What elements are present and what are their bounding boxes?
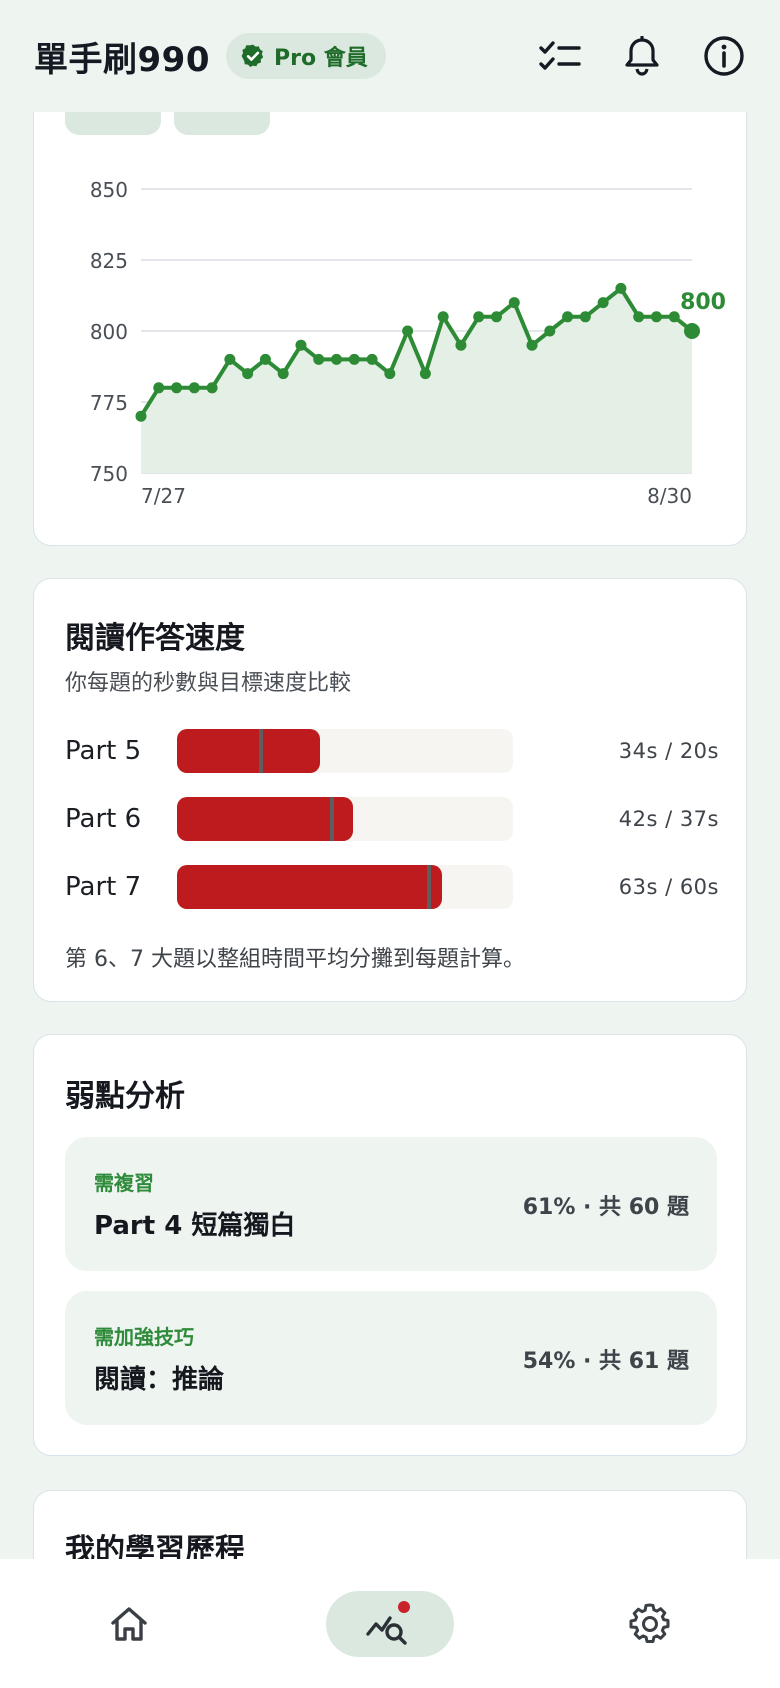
- data-point: [455, 339, 467, 351]
- data-point: [206, 382, 218, 394]
- speed-row-part7: Part 7 63s / 60s: [65, 865, 719, 909]
- score-trend-chart: 850 825 800 775 750 800 7/27 8/30: [90, 178, 726, 508]
- data-point: [402, 325, 414, 337]
- data-point: [366, 353, 378, 365]
- data-point: [419, 368, 431, 380]
- y-tick-label: 800: [90, 320, 128, 344]
- data-point: [579, 311, 591, 323]
- score-trend-card: 850 825 800 775 750 800 7/27 8/30: [33, 60, 747, 546]
- target-marker: [427, 865, 431, 909]
- data-point: [295, 339, 307, 351]
- data-point: [526, 339, 538, 351]
- speed-label: Part 7: [65, 872, 142, 902]
- x-tick-label: 7/27: [141, 484, 186, 508]
- data-point: [684, 323, 700, 339]
- card-title: 閱讀作答速度: [65, 621, 245, 656]
- pro-member-badge[interactable]: Pro 會員: [225, 33, 386, 79]
- y-tick-label: 825: [90, 249, 128, 273]
- weakness-tag: 需複習: [94, 1171, 154, 1195]
- x-tick-label: 8/30: [647, 484, 692, 508]
- data-point: [544, 325, 556, 337]
- reading-speed-card: 閱讀作答速度 你每題的秒數與目標速度比較 Part 5 34s / 20s Pa…: [33, 578, 747, 1002]
- speed-track: [177, 797, 513, 841]
- speed-value: 42s / 37s: [618, 807, 719, 831]
- data-point: [259, 353, 271, 365]
- data-point: [277, 368, 289, 380]
- checklist-icon: [539, 41, 581, 70]
- data-point: [171, 382, 183, 394]
- data-point: [188, 382, 200, 394]
- speed-note: 第 6、7 大題以整組時間平均分攤到每題計算。: [65, 947, 525, 972]
- app-title: 單手刷990: [34, 39, 210, 80]
- notifications-button[interactable]: [620, 34, 664, 78]
- data-point: [437, 311, 449, 323]
- y-tick-label: 775: [90, 391, 128, 415]
- info-icon: [704, 36, 744, 76]
- data-point: [135, 410, 147, 422]
- card-title: 弱點分析: [65, 1079, 185, 1114]
- weakness-tag: 需加強技巧: [94, 1325, 194, 1349]
- verified-check-icon: [241, 44, 264, 68]
- data-point: [348, 353, 360, 365]
- data-point: [242, 368, 254, 380]
- stats-search-icon: [366, 1601, 410, 1645]
- info-button[interactable]: [702, 34, 746, 78]
- data-point: [490, 311, 502, 323]
- nav-stats-button[interactable]: [326, 1591, 454, 1657]
- card-subtitle: 你每題的秒數與目標速度比較: [65, 671, 352, 696]
- data-point: [224, 353, 236, 365]
- data-point: [633, 311, 645, 323]
- weakness-item[interactable]: 需加強技巧 閱讀：推論 54% · 共 61 題: [65, 1291, 717, 1425]
- data-point: [508, 297, 520, 309]
- speed-track: [177, 729, 513, 773]
- data-point: [331, 353, 343, 365]
- notification-dot: [398, 1601, 410, 1613]
- data-point: [313, 353, 325, 365]
- bottom-nav: [0, 1559, 780, 1688]
- y-tick-label: 750: [90, 462, 128, 486]
- home-icon: [111, 1607, 147, 1641]
- data-point: [650, 311, 662, 323]
- checklist-button[interactable]: [538, 34, 582, 78]
- bell-icon: [625, 36, 659, 76]
- target-marker: [330, 797, 335, 841]
- y-tick-label: 850: [90, 178, 128, 202]
- speed-label: Part 5: [65, 736, 142, 766]
- speed-value: 63s / 60s: [618, 875, 719, 899]
- nav-home-button[interactable]: [96, 1591, 162, 1657]
- speed-row-part5: Part 5 34s / 20s: [65, 729, 719, 773]
- speed-value: 34s / 20s: [618, 739, 719, 763]
- pro-badge-label: Pro 會員: [273, 46, 368, 71]
- speed-label: Part 6: [65, 804, 142, 834]
- speed-row-part6: Part 6 42s / 37s: [65, 797, 719, 841]
- data-point: [384, 368, 396, 380]
- speed-bar: [177, 797, 354, 841]
- data-point: [473, 311, 485, 323]
- last-value-label: 800: [680, 290, 726, 315]
- speed-bar: [177, 729, 320, 773]
- data-point: [562, 311, 574, 323]
- data-point: [668, 311, 680, 323]
- data-point: [615, 282, 627, 294]
- app-header: 單手刷990 Pro 會員: [0, 0, 780, 112]
- weakness-item[interactable]: 需複習 Part 4 短篇獨白 61% · 共 60 題: [65, 1137, 717, 1271]
- area-fill: [141, 288, 692, 473]
- weakness-card: 弱點分析 需複習 Part 4 短篇獨白 61% · 共 60 題 需加強技巧 …: [33, 1034, 747, 1456]
- weakness-name: Part 4 短篇獨白: [94, 1211, 296, 1241]
- weakness-name: 閱讀：推論: [94, 1365, 225, 1395]
- data-point: [597, 297, 609, 309]
- gear-icon: [629, 1603, 670, 1643]
- target-marker: [259, 729, 263, 773]
- speed-bar: [177, 865, 442, 909]
- weakness-stat: 54% · 共 61 題: [522, 1349, 689, 1374]
- data-point: [153, 382, 165, 394]
- weakness-stat: 61% · 共 60 題: [522, 1195, 689, 1220]
- speed-track: [177, 865, 513, 909]
- nav-settings-button[interactable]: [617, 1591, 683, 1657]
